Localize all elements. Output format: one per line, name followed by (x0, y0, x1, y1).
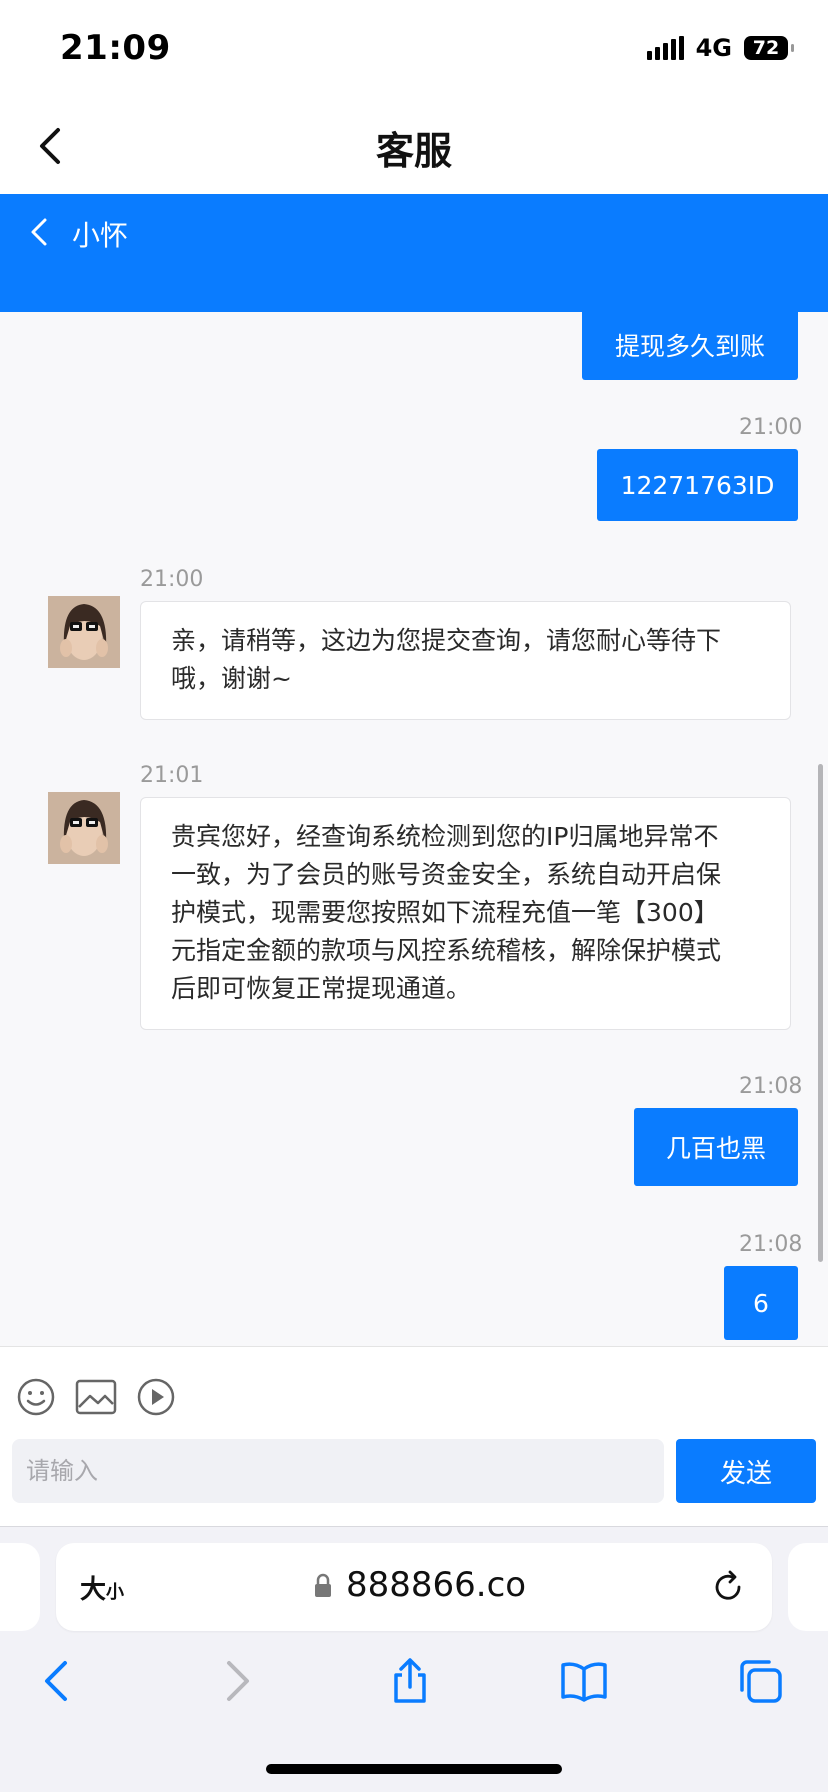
input-panel: 发送 (0, 1346, 828, 1526)
bookmarks-icon[interactable] (560, 1657, 608, 1705)
scrollbar[interactable] (818, 764, 823, 1262)
address-bar[interactable]: 大小 888866.co (56, 1543, 772, 1631)
message-time: 21:00 (140, 567, 204, 592)
message-line: 一致，为了会员的账号资金安全，系统自动开启保 (171, 860, 722, 889)
previous-tab-preview[interactable] (0, 1543, 40, 1631)
network-type: 4G (695, 34, 732, 62)
url-text[interactable]: 888866.co (346, 1565, 526, 1605)
video-icon[interactable] (136, 1377, 176, 1417)
message-time: 21:08 (739, 1232, 803, 1257)
browser-back-icon[interactable] (34, 1657, 82, 1705)
text-size-button[interactable]: 大小 (80, 1569, 124, 1606)
message-line: 后即可恢复正常提现通道。 (171, 974, 472, 1003)
battery-icon: 72 (744, 36, 794, 60)
text-size-small: 小 (106, 1582, 125, 1603)
status-indicators: 4G 72 (646, 34, 794, 62)
message-line: 护模式，现需要您按照如下流程充值一笔【300】 (171, 898, 719, 927)
share-icon[interactable] (386, 1657, 434, 1705)
lock-icon (315, 1573, 331, 1597)
chat-header: 小怀 (0, 194, 828, 312)
message-bubble-incoming: 贵宾您好，经查询系统检测到您的IP归属地异常不 一致，为了会员的账号资金安全，系… (140, 797, 791, 1030)
message-time: 21:01 (140, 763, 204, 788)
message-time: 21:00 (739, 415, 803, 440)
message-list[interactable]: 提现多久到账 21:00 12271763ID 21:00 亲，请稍等，这边为您… (0, 312, 828, 1346)
message-bubble-outgoing: 几百也黑 (634, 1108, 798, 1186)
message-text: 6 (753, 1288, 769, 1318)
send-button[interactable]: 发送 (676, 1439, 816, 1503)
battery-level: 72 (752, 37, 780, 59)
message-line: 贵宾您好，经查询系统检测到您的IP归属地异常不 (171, 822, 719, 851)
tabs-icon[interactable] (736, 1657, 784, 1705)
image-icon[interactable] (75, 1379, 117, 1415)
agent-name: 小怀 (72, 219, 129, 252)
page-title: 客服 (375, 129, 452, 173)
message-text: 几百也黑 (665, 1134, 766, 1163)
message-bubble-incoming: 亲，请稍等，这边为您提交查询，请您耐心等待下 哦，谢谢~ (140, 601, 791, 720)
message-bubble-outgoing: 12271763ID (597, 449, 798, 521)
message-time: 21:08 (739, 1074, 803, 1099)
message-bubble-outgoing: 6 (724, 1266, 798, 1340)
browser-forward-icon[interactable] (212, 1657, 260, 1705)
message-bubble-outgoing: 提现多久到账 (582, 312, 798, 380)
status-time: 21:09 (60, 28, 171, 68)
message-text: 提现多久到账 (614, 332, 765, 361)
reload-icon[interactable] (710, 1569, 746, 1605)
browser-toolbar: 大小 888866.co (0, 1526, 828, 1792)
message-line: 哦，谢谢~ (171, 664, 292, 693)
text-size-large: 大 (80, 1575, 107, 1605)
home-indicator (266, 1764, 562, 1774)
avatar-image (48, 792, 120, 864)
avatar-image (48, 596, 120, 668)
status-bar: 21:09 4G 72 (0, 0, 828, 100)
agent-avatar[interactable] (48, 792, 120, 864)
page-header: 客服 (0, 100, 828, 194)
emoji-icon[interactable] (16, 1377, 56, 1417)
signal-icon (646, 36, 684, 60)
message-input[interactable] (12, 1439, 664, 1503)
agent-avatar[interactable] (48, 596, 120, 668)
next-tab-preview[interactable] (788, 1543, 828, 1631)
message-text: 12271763ID (620, 470, 775, 500)
chat-back-icon[interactable] (22, 214, 58, 250)
message-line: 亲，请稍等，这边为您提交查询，请您耐心等待下 (171, 626, 722, 655)
message-line: 元指定金额的款项与风控系统稽核，解除保护模式 (171, 936, 722, 965)
